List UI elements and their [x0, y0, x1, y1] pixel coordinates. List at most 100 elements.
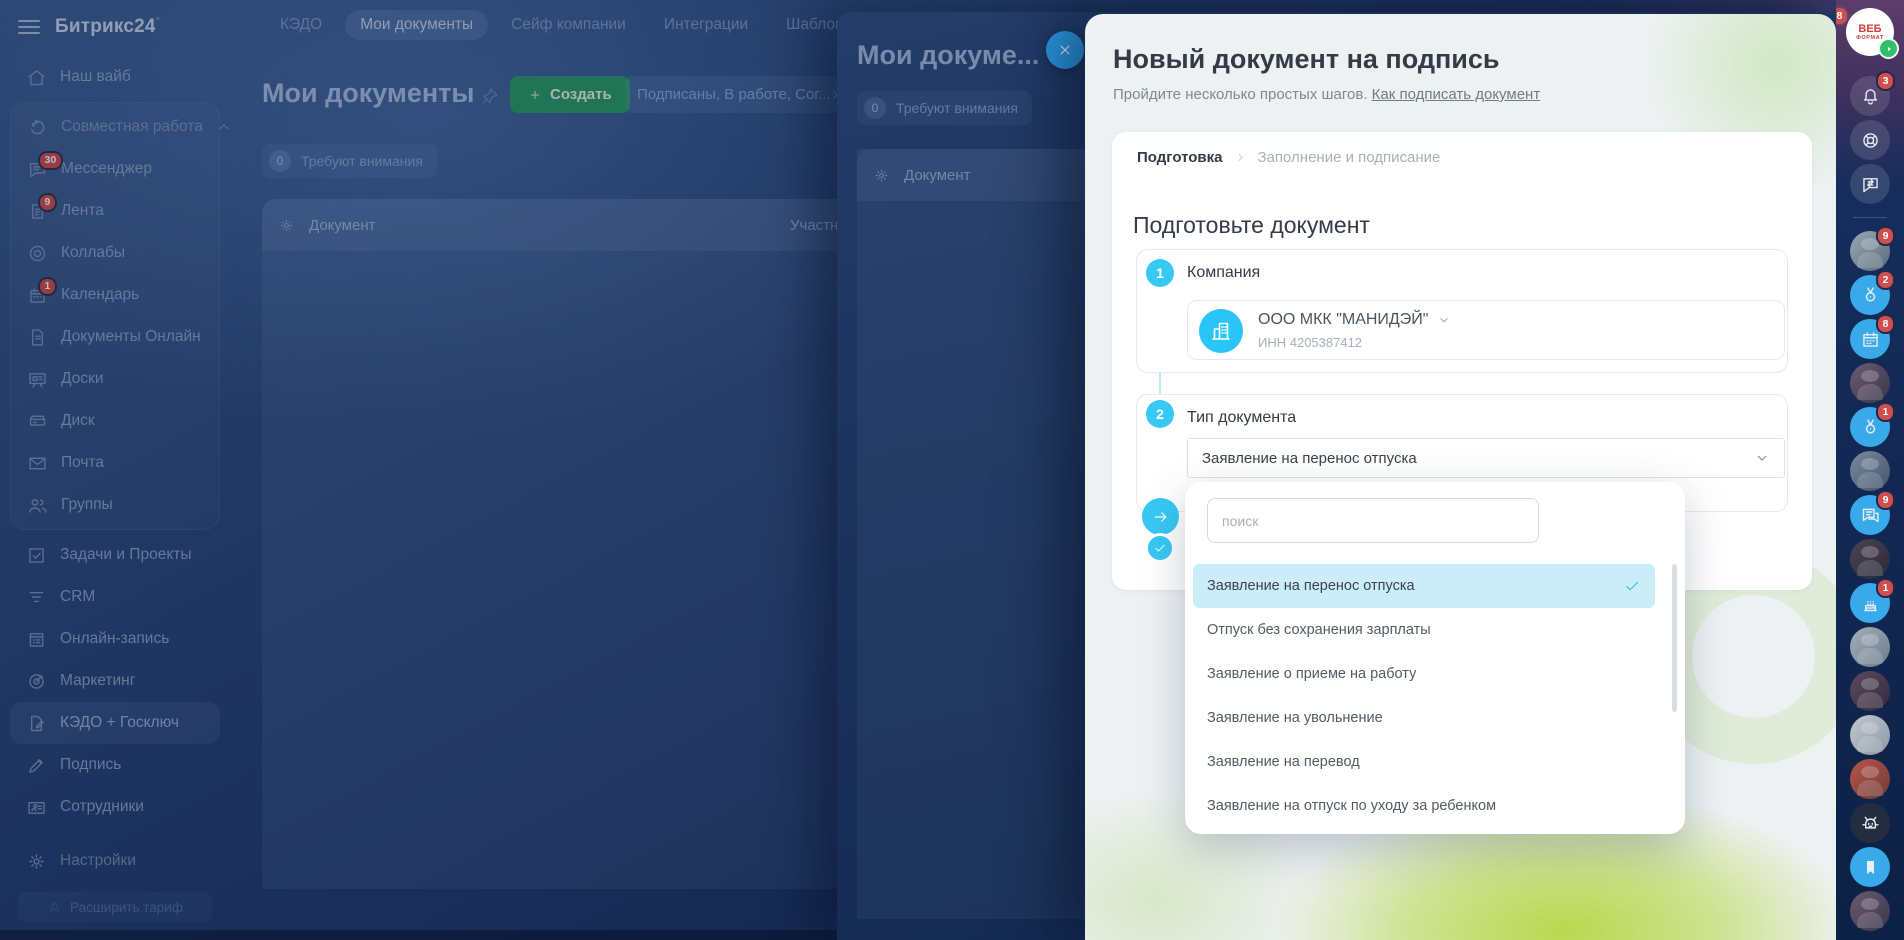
- how-to-sign-link[interactable]: Как подписать документ: [1372, 86, 1541, 103]
- bot[interactable]: [1850, 803, 1890, 843]
- medal-icon: [1865, 418, 1875, 433]
- chat-avatar-1[interactable]: 9: [1850, 226, 1895, 271]
- check-icon: [1153, 541, 1167, 555]
- saved[interactable]: [1850, 847, 1890, 887]
- notification-badge: 1: [1876, 402, 1895, 422]
- chat-avatar-8[interactable]: [1850, 759, 1890, 799]
- done-step-badge: [1145, 533, 1175, 563]
- lifebuoy-icon: [1862, 132, 1878, 148]
- notification-badge: 8: [1836, 6, 1849, 26]
- chat-arrows-icon: [1862, 177, 1878, 192]
- chat-avatar-6[interactable]: [1850, 671, 1890, 711]
- achievements-1[interactable]: 2: [1850, 270, 1895, 315]
- option-label: Заявление на отпуск по уходу за ребенком: [1207, 798, 1497, 814]
- messenger-panel[interactable]: [1850, 164, 1890, 204]
- dropdown-option[interactable]: Отпуск без сохранения зарплаты: [1193, 608, 1655, 652]
- step-label: Тип документа: [1187, 409, 1297, 426]
- selected-document-type: Заявление на перенос отпуска: [1202, 449, 1417, 467]
- wizard-heading: Подготовьте документ: [1133, 212, 1370, 238]
- step-1-number: 1: [1146, 259, 1174, 287]
- bitrix24-app: Битрикс24° Наш вайб Совместная работа 30 Ме…: [0, 0, 1904, 940]
- medal-icon: [1865, 286, 1875, 301]
- new-document-modal: Новый документ на подпись Пройдите неско…: [1085, 14, 1836, 940]
- dropdown-option[interactable]: Заявление на отпуск по уходу за ребенком: [1193, 784, 1655, 828]
- portal-logo-subtext: ФОРМАТ: [1856, 35, 1884, 42]
- option-label: Отпуск без сохранения зарплаты: [1207, 622, 1431, 638]
- close-icon: [1057, 42, 1073, 58]
- chevron-right-icon: [1234, 151, 1247, 164]
- building-icon: [1199, 309, 1243, 353]
- chev-down-icon: [1757, 455, 1767, 461]
- option-label: Заявление на перенос отпуска: [1207, 578, 1415, 594]
- step-label: Компания: [1187, 264, 1261, 281]
- chat-avatar-2[interactable]: [1850, 363, 1890, 403]
- option-label: Заявление о приеме на работу: [1207, 666, 1417, 682]
- check-icon: [1623, 577, 1641, 595]
- play-icon[interactable]: [1878, 38, 1899, 59]
- bookmark-icon: [1866, 860, 1874, 874]
- notifications[interactable]: 3: [1850, 71, 1895, 116]
- chat-avatar-9[interactable]: [1850, 891, 1890, 931]
- chat-bubbles-icon: [1862, 508, 1879, 522]
- chat-avatar-7[interactable]: [1850, 715, 1890, 755]
- arrow-right-icon: [1152, 508, 1170, 526]
- company-name: ООО МКК "МАНИДЭЙ": [1258, 311, 1429, 328]
- notification-badge: 9: [1876, 490, 1895, 510]
- company-selector[interactable]: ООО МКК "МАНИДЭЙ" ИНН 4205387412: [1187, 300, 1785, 360]
- close-slideover-button[interactable]: [1046, 31, 1084, 69]
- chev-right-icon: [1238, 154, 1243, 161]
- modal-subtitle: Пройдите несколько простых шагов. Как по…: [1113, 86, 1541, 103]
- breadcrumb-step-preparation[interactable]: Подготовка: [1137, 149, 1223, 166]
- document-type-select[interactable]: Заявление на перенос отпуска: [1187, 438, 1785, 478]
- portal-logo[interactable]: ВЕБ ФОРМАТ 8: [1836, 6, 1899, 59]
- achievements-2[interactable]: 1: [1850, 402, 1895, 447]
- dropdown-search-input[interactable]: [1207, 498, 1539, 543]
- breadcrumb: Подготовка Заполнение и подписание: [1137, 149, 1440, 166]
- dropdown-option[interactable]: Заявление на перевод: [1193, 740, 1655, 784]
- chevron-down-icon: [1437, 313, 1451, 327]
- dropdown-scrollbar[interactable]: [1672, 564, 1677, 712]
- right-rail: ВЕБ ФОРМАТ 8 3 9 2 8 1 9 1: [1836, 0, 1904, 940]
- building-icon: [1212, 322, 1230, 340]
- portal-logo-text: ВЕБ: [1858, 22, 1882, 35]
- arrow-right-icon: [1154, 511, 1166, 522]
- play-glyph: [1884, 44, 1894, 54]
- dropdown-options: Заявление на перенос отпуска Отпуск без с…: [1193, 564, 1655, 828]
- notification-badge: 1: [1876, 578, 1895, 598]
- step-2-number: 2: [1146, 400, 1174, 428]
- play-icon: [1887, 46, 1891, 51]
- company-step-card: Компания ООО МКК "МАНИДЭЙ" ИНН 420538741…: [1136, 249, 1788, 373]
- cake-icon: [1863, 600, 1877, 611]
- birthday[interactable]: 1: [1850, 578, 1895, 623]
- dropdown-option[interactable]: Заявление о приеме на работу: [1193, 652, 1655, 696]
- chat-avatar-3[interactable]: [1850, 451, 1890, 491]
- chev-down-icon: [1440, 318, 1449, 323]
- group-chat[interactable]: 9: [1850, 490, 1895, 535]
- rail-divider: [1853, 217, 1887, 218]
- chat-avatar-4[interactable]: [1850, 539, 1890, 579]
- robot-icon: [1861, 816, 1879, 829]
- breadcrumb-step-filling: Заполнение и подписание: [1257, 149, 1441, 166]
- close-icon: [1060, 45, 1070, 55]
- notification-badge: 3: [1876, 71, 1895, 91]
- notification-badge: 2: [1876, 270, 1895, 290]
- option-label: Заявление на увольнение: [1207, 710, 1383, 726]
- chevron-down-icon: [1754, 450, 1770, 466]
- company-inn: ИНН 4205387412: [1258, 335, 1363, 350]
- document-type-dropdown: Заявление на перенос отпуска Отпуск без с…: [1185, 482, 1685, 834]
- check-icon: [1155, 544, 1165, 552]
- support[interactable]: [1850, 120, 1890, 160]
- notification-badge: 9: [1876, 226, 1895, 246]
- dropdown-option[interactable]: Заявление на увольнение: [1193, 696, 1655, 740]
- notification-badge: 8: [1876, 314, 1895, 334]
- rail-items: 3 9 2 8 1 9 1: [1850, 71, 1895, 931]
- calendar2-icon: [1862, 331, 1878, 347]
- bell-icon: [1863, 88, 1877, 105]
- dropdown-option[interactable]: Заявление на перенос отпуска: [1193, 564, 1655, 608]
- calendar-events[interactable]: 8: [1850, 314, 1895, 359]
- chat-avatar-5[interactable]: [1850, 627, 1890, 667]
- modal-title: Новый документ на подпись: [1113, 44, 1500, 74]
- option-label: Заявление на перевод: [1207, 754, 1360, 770]
- next-step-button[interactable]: [1142, 498, 1179, 535]
- check-icon: [1626, 581, 1639, 591]
